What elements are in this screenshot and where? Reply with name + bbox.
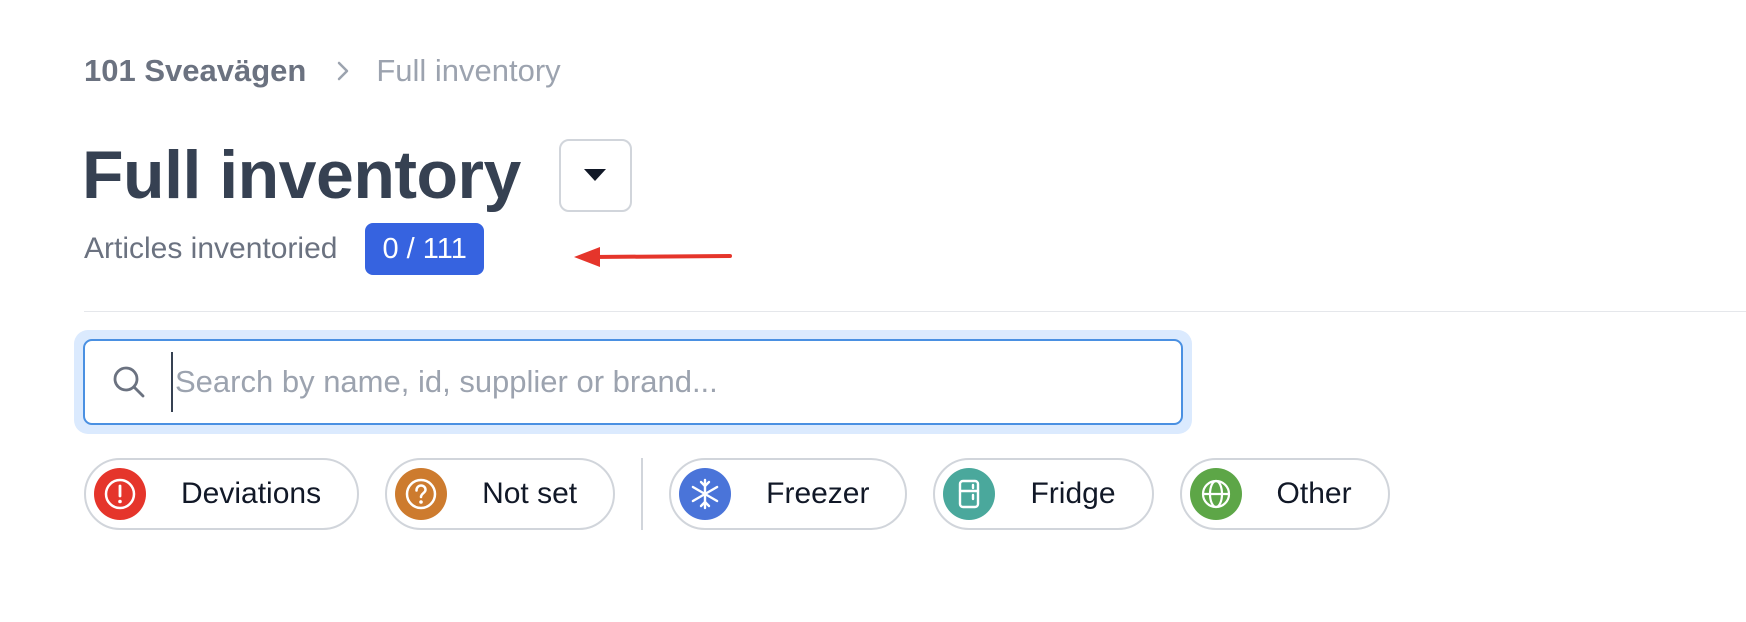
filter-chip-other[interactable]: Other — [1179, 458, 1390, 530]
filter-chip-deviations[interactable]: Deviations — [84, 458, 360, 530]
title-row: Full inventory — [82, 130, 632, 220]
section-divider — [84, 311, 1746, 312]
filter-chip-fridge[interactable]: Fridge — [933, 458, 1154, 530]
filter-divider — [641, 458, 644, 530]
filter-chip-not-set[interactable]: Not set — [385, 458, 616, 530]
globe-icon — [1189, 468, 1242, 520]
filter-chip-label: Other — [1276, 477, 1352, 510]
exclamation-circle-icon — [94, 468, 146, 520]
filter-chip-label: Deviations — [181, 477, 322, 510]
title-dropdown-button[interactable] — [558, 138, 632, 212]
caret-down-icon — [584, 169, 607, 181]
chevron-right-icon — [336, 60, 350, 82]
filter-chip-label: Freezer — [766, 477, 870, 510]
inventory-count-badge: 0 / 111 — [365, 223, 484, 275]
search-box[interactable] — [83, 339, 1183, 425]
search-icon — [111, 364, 147, 400]
search-focus-ring — [74, 330, 1192, 434]
annotation-arrow-icon — [574, 247, 732, 267]
articles-inventoried-label: Articles inventoried — [84, 232, 338, 265]
filter-chips: Deviations Not set Freezer Fridge Other — [84, 458, 1416, 530]
breadcrumb-current: Full inventory — [376, 53, 561, 88]
question-circle-icon — [395, 468, 448, 520]
search-input[interactable] — [171, 352, 1181, 412]
filter-chip-label: Fridge — [1030, 477, 1116, 510]
inventory-progress-row: Articles inventoried 0 / 111 — [84, 223, 484, 275]
filter-chip-freezer[interactable]: Freezer — [669, 458, 908, 530]
fridge-icon — [943, 468, 996, 520]
filter-chip-label: Not set — [482, 477, 578, 510]
snowflake-icon — [679, 468, 732, 520]
breadcrumb-root-link[interactable]: 101 Sveavägen — [84, 53, 306, 89]
page-title: Full inventory — [82, 137, 521, 213]
breadcrumb: 101 Sveavägen Full inventory — [84, 50, 561, 92]
